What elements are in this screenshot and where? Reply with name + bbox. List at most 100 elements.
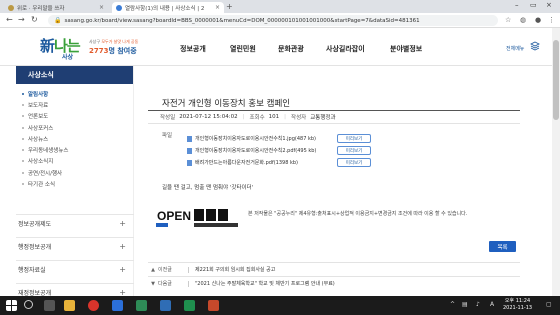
sidebar-item-newsletter[interactable]: 사상소식지 bbox=[22, 156, 133, 167]
url-text: sasang.go.kr/board/view.sasang?boardId=B… bbox=[64, 17, 420, 24]
sidebar-item-label: 우리동네생생뉴스 bbox=[28, 148, 69, 155]
sidebar-item-other-agency[interactable]: 타기관 소식 bbox=[22, 178, 133, 189]
gnb-item-culture-tour[interactable]: 문화관광 bbox=[278, 44, 304, 54]
site-logo[interactable]: 新나는 bbox=[40, 35, 81, 56]
reload-icon[interactable]: ↻ bbox=[31, 15, 38, 24]
divider bbox=[188, 266, 189, 273]
meta-divider: | bbox=[284, 114, 287, 120]
list-button[interactable]: 목록 bbox=[489, 241, 516, 252]
prev-post-row[interactable]: ▲ 이전글 제221회 구의회 임시회 집회사실 공고 bbox=[148, 262, 520, 276]
sidebar-item-press-release[interactable]: 보도자료 bbox=[22, 99, 133, 110]
participant-number: 2773 bbox=[89, 47, 109, 55]
chrome-icon[interactable] bbox=[88, 300, 99, 311]
task-view-icon[interactable] bbox=[44, 300, 55, 311]
sidebar-item-focus[interactable]: 사상포커스 bbox=[22, 122, 133, 133]
preview-label: 미리보기 bbox=[345, 136, 363, 142]
sidebar-item-label: 언론보도 bbox=[28, 114, 49, 121]
expand-plus-icon[interactable]: + bbox=[119, 242, 126, 251]
list-button-label: 목록 bbox=[497, 244, 508, 251]
forward-icon[interactable]: → bbox=[18, 15, 25, 24]
close-window-icon[interactable]: × bbox=[546, 1, 552, 9]
tray-chevron-icon[interactable]: ^ bbox=[450, 301, 455, 308]
meta-author-label: 작성자 bbox=[291, 115, 307, 121]
close-tab-icon[interactable]: × bbox=[215, 4, 220, 11]
gnb-item-civil-service[interactable]: 열린민원 bbox=[230, 44, 256, 54]
expand-plus-icon[interactable]: + bbox=[119, 265, 126, 274]
file-label: 파일 bbox=[162, 133, 173, 139]
meta-views-label: 조회수 bbox=[249, 115, 265, 121]
sidebar-group-info-system[interactable]: 정보공개제도 + bbox=[16, 214, 134, 232]
prev-post-title[interactable]: 제221회 구의회 임시회 집회사실 공고 bbox=[195, 266, 275, 273]
new-tab-icon[interactable]: + bbox=[226, 2, 233, 11]
gnb-item-field-info[interactable]: 분야별정보 bbox=[390, 44, 422, 54]
attachment-link[interactable]: 개인형이동장치이용자도로이용시안전수칙2.pdf(495 kb) bbox=[195, 147, 316, 154]
bullet-icon bbox=[22, 115, 24, 118]
powerpoint-icon[interactable] bbox=[208, 300, 219, 311]
bookmark-star-icon[interactable]: ☆ bbox=[505, 16, 511, 24]
url-input[interactable]: 🔒 sasang.go.kr/board/view.sasang?boardId… bbox=[48, 15, 498, 26]
sidebar-item-news[interactable]: 사상뉴스 bbox=[22, 133, 133, 144]
preview-button[interactable]: 미리보기 bbox=[337, 158, 371, 167]
attachment-row: 배려가만드는아름다운자전거문화.pdf(1398 kb) 미리보기 bbox=[187, 158, 371, 167]
chevron-down-icon: ▼ bbox=[151, 280, 155, 287]
sidebar-group-admin-data[interactable]: 행정자료실 + bbox=[16, 260, 134, 278]
app-icon[interactable] bbox=[112, 300, 123, 311]
next-post-label: 다음글 bbox=[158, 281, 172, 287]
scrollbar-thumb[interactable] bbox=[553, 40, 559, 120]
excel-icon[interactable] bbox=[184, 300, 195, 311]
browser-tab-2[interactable]: 열람사항(1)의 내용 | 사상소식 | 2 × bbox=[112, 2, 224, 13]
network-icon[interactable]: ▤ bbox=[462, 301, 468, 308]
attachment-link[interactable]: 개인형이동장치이용자도로이용시안전수칙1.jpg(487 kb) bbox=[195, 135, 316, 142]
preview-button[interactable]: 미리보기 bbox=[337, 134, 371, 143]
logo-text-1: 新 bbox=[40, 37, 55, 55]
notification-icon[interactable]: ▢ bbox=[546, 301, 552, 308]
expand-plus-icon[interactable]: + bbox=[119, 219, 126, 228]
bullet-icon bbox=[22, 160, 24, 163]
next-post-row[interactable]: ▼ 다음글 "2021 신나는 주말체육학교" 학교 및 체반기 프로그램 안내… bbox=[148, 276, 520, 290]
sidebar-item-media-report[interactable]: 언론보도 bbox=[22, 111, 133, 122]
bullet-icon bbox=[22, 126, 24, 129]
layers-icon[interactable] bbox=[530, 41, 540, 51]
next-post-title[interactable]: "2021 신나는 주말체육학교" 학교 및 체반기 프로그램 안내 (무료) bbox=[195, 280, 335, 287]
sidebar-group-admin-info[interactable]: 행정정보공개 + bbox=[16, 237, 134, 255]
browser-tab-1[interactable]: 위로 · 우리말을 쓰자 × bbox=[4, 2, 108, 13]
volume-icon[interactable]: ♪ bbox=[476, 301, 480, 308]
preview-button[interactable]: 미리보기 bbox=[337, 146, 371, 155]
browser-menu-icon[interactable]: ⋮ bbox=[548, 16, 555, 24]
chevron-up-icon: ▲ bbox=[151, 266, 155, 273]
bullet-icon bbox=[22, 137, 24, 140]
windows-start-icon[interactable] bbox=[6, 300, 17, 311]
tab-favicon-icon bbox=[8, 4, 14, 11]
sidebar-item-events[interactable]: 공연/전시/행사 bbox=[22, 167, 133, 178]
tab-title: 열람사항(1)의 내용 | 사상소식 | 2 bbox=[125, 5, 205, 12]
file-explorer-icon[interactable] bbox=[64, 300, 75, 311]
taskbar-clock[interactable]: 오후 11:24 2021-11-13 bbox=[503, 298, 532, 312]
attachment-link[interactable]: 배려가만드는아름다운자전거문화.pdf(1398 kb) bbox=[195, 159, 298, 166]
sidebar-submenu: 알림사항 보도자료 언론보도 사상포커스 사상뉴스 우리동네생생뉴스 사상소식지… bbox=[16, 84, 133, 190]
preview-label: 미리보기 bbox=[345, 148, 363, 154]
maximize-icon[interactable]: ▭ bbox=[530, 1, 537, 9]
word-icon[interactable] bbox=[160, 300, 171, 311]
close-tab-icon[interactable]: × bbox=[99, 4, 104, 11]
tab-title: 위로 · 우리말을 쓰자 bbox=[17, 5, 65, 12]
app-icon[interactable] bbox=[136, 300, 147, 311]
sidebar-group-label: 행정정보공개 bbox=[18, 244, 52, 251]
sidebar-item-label: 보도자료 bbox=[28, 102, 49, 109]
back-icon[interactable]: ← bbox=[6, 15, 13, 24]
participant-suffix: 명 참여중 bbox=[108, 47, 137, 55]
search-icon[interactable] bbox=[24, 300, 33, 309]
tagline-part-2: 모두가 살맛 나게 공동 bbox=[101, 39, 139, 44]
meta-date-value: 2021-07-12 15:04:02 bbox=[179, 114, 238, 120]
gnb-item-sasang-guide[interactable]: 사상길라잡이 bbox=[326, 44, 365, 54]
ime-icon[interactable]: A bbox=[490, 301, 494, 308]
prev-post-label: 이전글 bbox=[158, 267, 172, 273]
sidebar-item-local-news[interactable]: 우리동네생생뉴스 bbox=[22, 144, 133, 155]
extensions-icon[interactable]: ◍ bbox=[520, 16, 526, 24]
sidebar-group-label: 행정자료실 bbox=[18, 267, 46, 274]
profile-icon[interactable]: ● bbox=[535, 16, 541, 24]
gnb-item-info-disclosure[interactable]: 정보공개 bbox=[180, 44, 206, 54]
all-menu-button[interactable]: 전체메뉴 bbox=[506, 45, 524, 52]
bullet-icon bbox=[22, 171, 24, 174]
sidebar-item-notice[interactable]: 알림사항 bbox=[22, 88, 133, 99]
minimize-icon[interactable]: – bbox=[515, 1, 519, 9]
